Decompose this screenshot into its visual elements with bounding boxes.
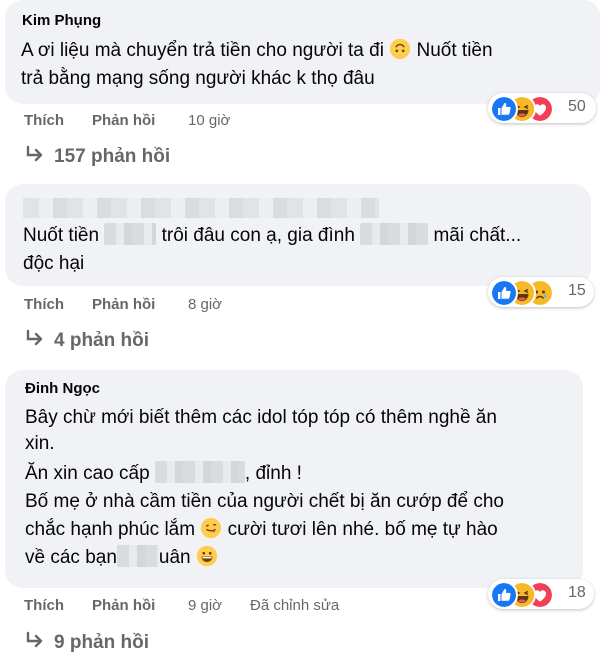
reaction-count: 18	[568, 584, 586, 601]
reply-button[interactable]: Phản hồi	[92, 112, 155, 129]
view-replies-link[interactable]: 4 phản hồi	[24, 328, 149, 352]
view-replies-link[interactable]: 157 phản hồi	[24, 144, 170, 168]
reply-button[interactable]: Phản hồi	[92, 296, 155, 313]
grin-emoji-icon	[196, 545, 218, 567]
reply-button[interactable]: Phản hồi	[92, 597, 155, 614]
comment-timestamp[interactable]: 10 giờ	[188, 112, 230, 129]
comment-timestamp[interactable]: 9 giờ	[188, 597, 222, 614]
edited-label: Đã chỉnh sửa	[250, 597, 340, 614]
comment-text-line: về các bạn uân	[25, 544, 218, 572]
view-replies-link[interactable]: 9 phản hồi	[24, 630, 149, 654]
like-icon	[490, 581, 518, 609]
upside-down-face-emoji-icon	[389, 38, 411, 60]
reply-arrow-icon	[24, 328, 46, 348]
comment-text-line: chắc hạnh phúc lắm cười tươi lên nhé. bố…	[25, 517, 498, 540]
comment-timestamp[interactable]: 8 giờ	[188, 296, 222, 313]
comment-text-line: Bây chừ mới biết thêm các idol tóp tóp c…	[25, 407, 497, 428]
comment-text-line: Nuốt tiền trôi đâu con ạ, gia đình mãi c…	[23, 223, 522, 246]
comment-author[interactable]: Đinh Ngọc	[25, 380, 100, 397]
reaction-summary[interactable]: 15	[488, 277, 594, 307]
like-icon	[490, 95, 518, 123]
redacted-text	[154, 461, 245, 483]
comment-text-line: A ơi liệu mà chuyển trả tiền cho người t…	[21, 38, 493, 61]
comment-text-line: Ăn xin cao cấp , đỉnh !	[25, 461, 302, 484]
comment-bubble: Đinh Ngọc Bây chừ mới biết thêm các idol…	[5, 370, 583, 588]
tongue-wink-emoji-icon	[200, 517, 222, 539]
like-button[interactable]: Thích	[24, 112, 64, 129]
reply-arrow-icon	[24, 630, 46, 650]
comment-text-line: độc hại	[23, 253, 85, 274]
like-button[interactable]: Thích	[24, 597, 64, 614]
reaction-count: 15	[568, 282, 586, 299]
redacted-text	[116, 545, 159, 567]
comment-text-line: xin.	[25, 433, 55, 454]
reaction-count: 50	[568, 98, 586, 115]
redacted-text	[360, 223, 429, 245]
comment-author[interactable]: Kim Phụng	[22, 12, 101, 29]
like-icon	[490, 279, 518, 307]
comment-bubble: Nuốt tiền trôi đâu con ạ, gia đình mãi c…	[5, 184, 591, 286]
reply-arrow-icon	[24, 144, 46, 164]
comment-bubble: Kim Phụng A ơi liệu mà chuyển trả tiền c…	[5, 0, 600, 104]
comment-text-line: Bố mẹ ở nhà cầm tiền của người chết bị ă…	[25, 491, 504, 512]
redacted-text	[104, 223, 157, 245]
reaction-summary[interactable]: 18	[488, 579, 594, 609]
comment-text-line: trả bằng mạng sống người khác k thọ đâu	[21, 68, 375, 89]
comment-author-redacted	[23, 198, 379, 218]
reaction-summary[interactable]: 50	[488, 93, 596, 123]
like-button[interactable]: Thích	[24, 296, 64, 313]
